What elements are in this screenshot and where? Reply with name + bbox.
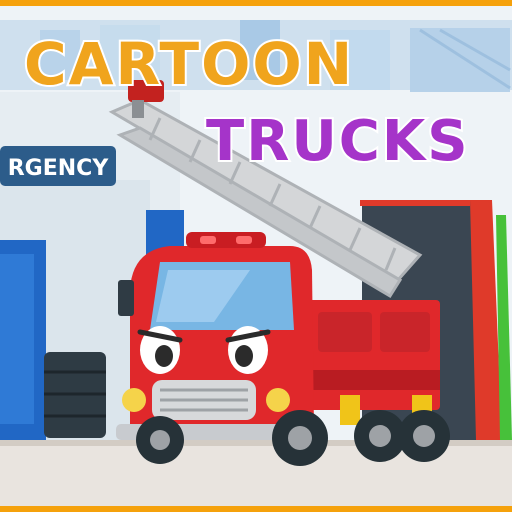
wheel (136, 416, 184, 464)
headlight-icon (266, 388, 290, 412)
title-line-2: TRUCKS (206, 109, 470, 174)
top-border (0, 0, 512, 6)
side-mirror (118, 280, 134, 316)
scene-illustration: RGENCY CARTOON TRUCKS (0, 0, 512, 512)
wheel (272, 410, 328, 466)
siren-icon (186, 232, 266, 248)
game-splash-screen: RGENCY CARTOON TRUCKS (0, 0, 512, 512)
title-line-1: CARTOON (24, 30, 354, 98)
wheel (398, 410, 450, 462)
emergency-sign-text: RGENCY (8, 156, 110, 181)
headlight-icon (122, 388, 146, 412)
bottom-border (0, 506, 512, 512)
